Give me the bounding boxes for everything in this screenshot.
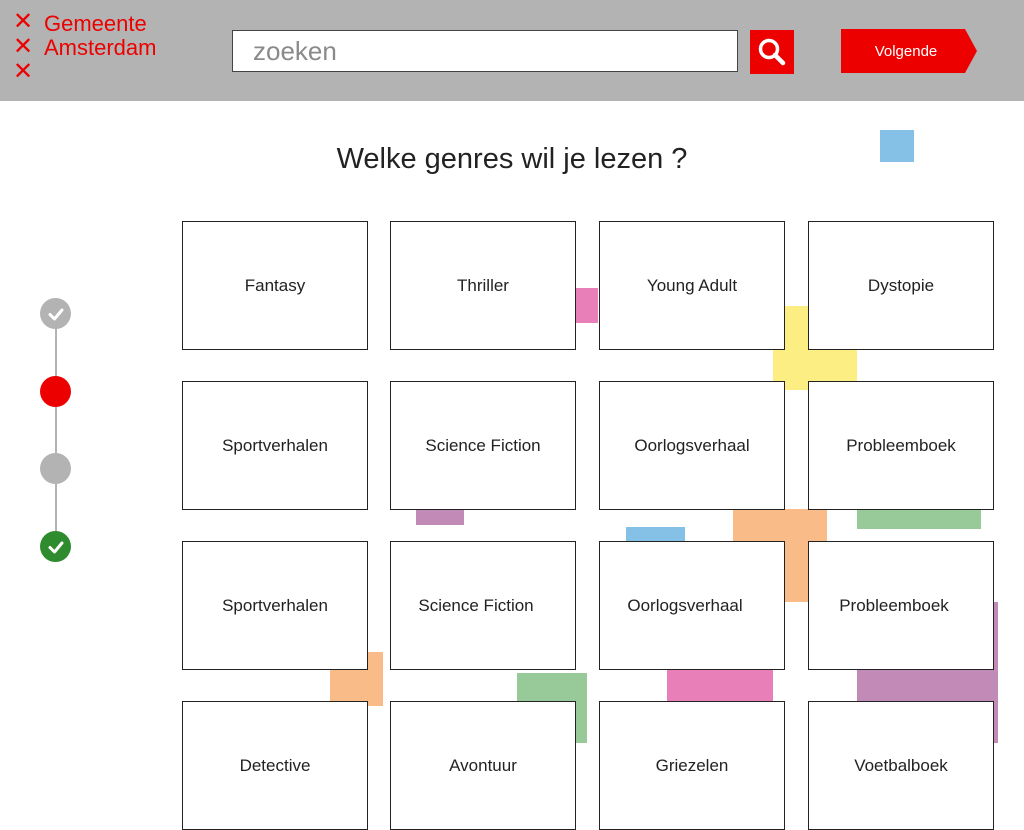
genre-tile-fantasy[interactable]: Fantasy xyxy=(182,221,368,350)
logo-cross-icon: ✕ xyxy=(12,32,34,60)
genre-tile-voetbalboek[interactable]: Voetbalboek xyxy=(808,701,994,830)
genre-tile-oorlogsverhaal[interactable]: Oorlogsverhaal xyxy=(599,541,785,670)
genre-tile-avontuur[interactable]: Avontuur xyxy=(390,701,576,830)
search-icon xyxy=(758,38,786,66)
genre-tile-probleemboek[interactable]: Probleemboek xyxy=(808,541,994,670)
logo-wordmark: Gemeente Amsterdam xyxy=(44,12,156,60)
decorative-square xyxy=(880,130,914,162)
genre-tile-young-adult[interactable]: Young Adult xyxy=(599,221,785,350)
genre-tile-sportverhalen[interactable]: Sportverhalen xyxy=(182,381,368,510)
step-3-pending[interactable] xyxy=(40,453,71,484)
genre-tile-detective[interactable]: Detective xyxy=(182,701,368,830)
search-button[interactable] xyxy=(750,30,794,74)
logo-cross-icon: ✕ xyxy=(12,57,34,85)
genre-tile-probleemboek[interactable]: Probleemboek xyxy=(808,381,994,510)
genre-tile-sportverhalen[interactable]: Sportverhalen xyxy=(182,541,368,670)
checkmark-icon xyxy=(48,308,63,320)
logo-cross-icon: ✕ xyxy=(12,7,34,35)
step-4-complete[interactable] xyxy=(40,531,71,562)
step-2-current[interactable] xyxy=(40,376,71,407)
genre-tile-dystopie[interactable]: Dystopie xyxy=(808,221,994,350)
page-title: Welke genres wil je lezen ? xyxy=(336,143,688,175)
search-input[interactable] xyxy=(232,30,738,72)
logo-line-1: Gemeente xyxy=(44,11,147,36)
genre-tile-thriller[interactable]: Thriller xyxy=(390,221,576,350)
genre-tile-oorlogsverhaal[interactable]: Oorlogsverhaal xyxy=(599,381,785,510)
checkmark-icon xyxy=(48,541,63,553)
decorative-square xyxy=(667,669,773,702)
genre-tile-science-fiction[interactable]: Science Fiction xyxy=(390,541,576,670)
step-1-done[interactable] xyxy=(40,298,71,329)
logo-line-2: Amsterdam xyxy=(44,35,157,60)
header-bar: ✕ ✕ ✕ Gemeente Amsterdam Volgende xyxy=(0,0,1024,101)
next-button[interactable]: Volgende xyxy=(841,29,977,73)
decorative-square xyxy=(575,288,598,323)
stepper-line xyxy=(55,314,57,546)
amsterdam-logo-crosses: ✕ ✕ ✕ xyxy=(12,7,34,85)
decorative-square xyxy=(857,508,981,529)
genre-tile-griezelen[interactable]: Griezelen xyxy=(599,701,785,830)
genre-tile-science-fiction[interactable]: Science Fiction xyxy=(390,381,576,510)
